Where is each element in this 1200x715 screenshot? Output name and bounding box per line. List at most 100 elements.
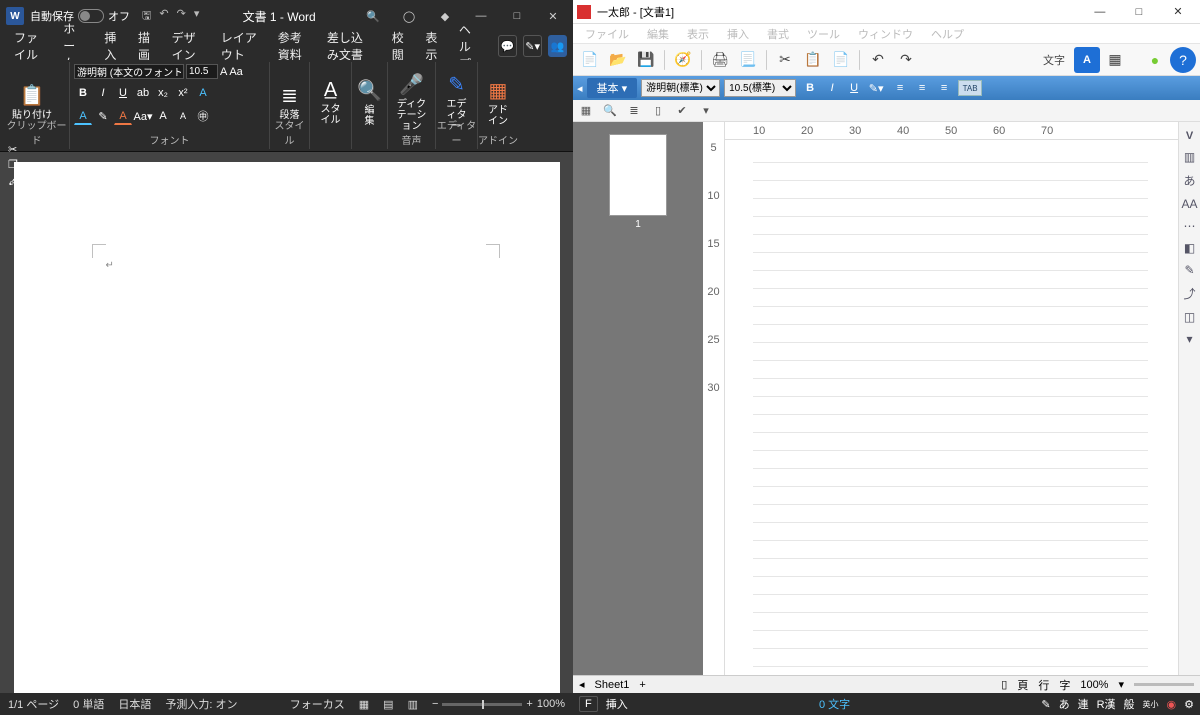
text-effects-icon[interactable]: A	[194, 84, 212, 102]
side-ruler-icon[interactable]: ◧	[1184, 241, 1195, 255]
prev-tab-icon[interactable]: ◂	[577, 82, 583, 95]
zoom-in-button[interactable]: +	[526, 698, 532, 710]
view-mode-icon[interactable]: ▯	[1001, 678, 1007, 691]
switch-icon[interactable]	[78, 9, 104, 23]
undo-icon[interactable]: ↶	[159, 7, 168, 26]
underline-button[interactable]: U	[844, 79, 864, 97]
side-object-icon[interactable]: ◫	[1184, 310, 1195, 324]
word-page[interactable]: ↵	[14, 162, 560, 693]
highlight-icon[interactable]: ✎	[94, 107, 112, 125]
strike-button[interactable]: ab	[134, 84, 152, 102]
open-icon[interactable]: 📂	[605, 47, 631, 73]
maximize-button[interactable]: □	[503, 4, 531, 28]
dropdown-icon[interactable]: ▾	[697, 102, 715, 120]
insert-mode[interactable]: 挿入	[606, 696, 628, 712]
cut-icon[interactable]: ✂	[772, 47, 798, 73]
moji-label[interactable]: 文字	[1036, 47, 1072, 73]
side-plus-icon[interactable]: ▾	[1186, 332, 1192, 346]
side-aa-icon[interactable]: AA	[1181, 197, 1197, 211]
word-count[interactable]: 0 単語	[73, 696, 104, 712]
undo-icon[interactable]: ↶	[865, 47, 891, 73]
menu-tools[interactable]: ツール	[807, 26, 840, 42]
predict-status[interactable]: 予測入力: オン	[165, 696, 237, 712]
editing-button[interactable]: 🔍 編集	[356, 64, 383, 140]
menu-format[interactable]: 書式	[767, 26, 789, 42]
preview-icon[interactable]: 📃	[735, 47, 761, 73]
view-print-icon[interactable]: ▤	[383, 698, 393, 711]
redo-icon[interactable]: ↷	[177, 7, 186, 26]
help-button[interactable]: ?	[1170, 47, 1196, 73]
redo-icon[interactable]: ↷	[893, 47, 919, 73]
save-icon[interactable]: 🖫	[142, 7, 151, 26]
view-read-icon[interactable]: ▦	[359, 698, 369, 711]
font-name-input[interactable]	[74, 64, 184, 79]
tab-indicator[interactable]: TAB	[958, 80, 982, 96]
superscript-button[interactable]: x²	[174, 84, 192, 102]
menu-file[interactable]: ファイル	[585, 26, 629, 42]
share-button[interactable]: 👥	[548, 35, 567, 57]
side-clip-icon[interactable]: ✎	[1184, 263, 1194, 277]
zoom-slider[interactable]	[442, 703, 522, 706]
scroll-left-icon[interactable]: ◂	[579, 678, 585, 691]
ime-pen-icon[interactable]: ✎	[1041, 698, 1050, 711]
change-case-icon[interactable]: Aa	[229, 66, 242, 78]
page-count[interactable]: 1/1 ページ	[8, 696, 59, 712]
status-char-btn[interactable]: 字	[1059, 677, 1070, 693]
page-thumbnail[interactable]	[609, 134, 667, 216]
zoom-dropdown-icon[interactable]: ▾	[1118, 678, 1124, 691]
dictation-button[interactable]: 🎤 ディクテーション	[392, 64, 431, 140]
enlarge-a-icon[interactable]: A	[154, 107, 172, 125]
menu-view[interactable]: 表示	[687, 26, 709, 42]
view-web-icon[interactable]: ▥	[408, 698, 418, 711]
comments-button[interactable]: 💬	[498, 35, 517, 57]
grow-font-icon[interactable]: A	[220, 66, 227, 78]
page-icon[interactable]: ▯	[649, 102, 667, 120]
close-button[interactable]: ✕	[539, 4, 567, 28]
ime-gear-icon[interactable]: ⚙	[1184, 698, 1194, 711]
side-a-icon[interactable]: あ	[1183, 172, 1195, 189]
ichi-close-button[interactable]: ✕	[1160, 0, 1196, 22]
save-icon[interactable]: 💾	[633, 47, 659, 73]
side-book-icon[interactable]: ▥	[1184, 150, 1195, 164]
ime-a[interactable]: あ	[1059, 696, 1070, 712]
char-shading-button[interactable]: Aa▾	[134, 107, 152, 125]
ichi-maximize-button[interactable]: □	[1121, 1, 1157, 23]
side-options-icon[interactable]: ⋯	[1184, 219, 1196, 233]
search-icon[interactable]: 🔍	[601, 102, 619, 120]
list-icon[interactable]: ≣	[625, 102, 643, 120]
styles-button[interactable]: A̲ スタイル	[314, 64, 347, 140]
italic-button[interactable]: I	[822, 79, 842, 97]
side-lock-icon[interactable]: ⤴	[1183, 285, 1195, 302]
edit-mode-button[interactable]: ✎▾	[523, 35, 542, 57]
align-center-icon[interactable]: ≡	[912, 79, 932, 97]
basic-tab[interactable]: 基本 ▾	[587, 78, 638, 98]
focus-mode-button[interactable]: フォーカス	[290, 696, 345, 712]
font-color-icon[interactable]: ✎▾	[866, 79, 886, 97]
zoom-value[interactable]: 100%	[537, 698, 565, 710]
char-format-button[interactable]: A	[1074, 47, 1100, 73]
sheet-tab[interactable]: Sheet1	[595, 679, 630, 691]
new-doc-icon[interactable]: 📄	[577, 47, 603, 73]
align-right-icon[interactable]: ≡	[934, 79, 954, 97]
qat-more-icon[interactable]: ▾	[194, 7, 200, 26]
bold-button[interactable]: B	[74, 84, 92, 102]
ime-han[interactable]: 般	[1124, 696, 1135, 712]
zoom-value[interactable]: 100%	[1080, 679, 1108, 691]
menu-edit[interactable]: 編集	[647, 26, 669, 42]
font-fill-icon[interactable]: A	[114, 107, 132, 125]
ime-ei[interactable]: 英小	[1143, 699, 1159, 710]
ime-rkan[interactable]: R漢	[1097, 696, 1116, 712]
status-line-btn[interactable]: 行	[1038, 677, 1049, 693]
font-size-input[interactable]	[186, 64, 218, 79]
font-color-icon[interactable]: A	[74, 107, 92, 125]
check-icon[interactable]: ✔	[673, 102, 691, 120]
ichi-font-size-select[interactable]: 10.5(標準)	[724, 79, 796, 97]
add-sheet-icon[interactable]: +	[639, 679, 645, 691]
subscript-button[interactable]: x₂	[154, 84, 172, 102]
align-left-icon[interactable]: ≡	[890, 79, 910, 97]
menu-window[interactable]: ウィンドウ	[858, 26, 913, 42]
copy-icon[interactable]: 📋	[800, 47, 826, 73]
paste-icon[interactable]: 📄	[828, 47, 854, 73]
f-indicator[interactable]: F	[579, 696, 598, 712]
ichi-font-name-select[interactable]: 游明朝(標準)	[641, 79, 720, 97]
